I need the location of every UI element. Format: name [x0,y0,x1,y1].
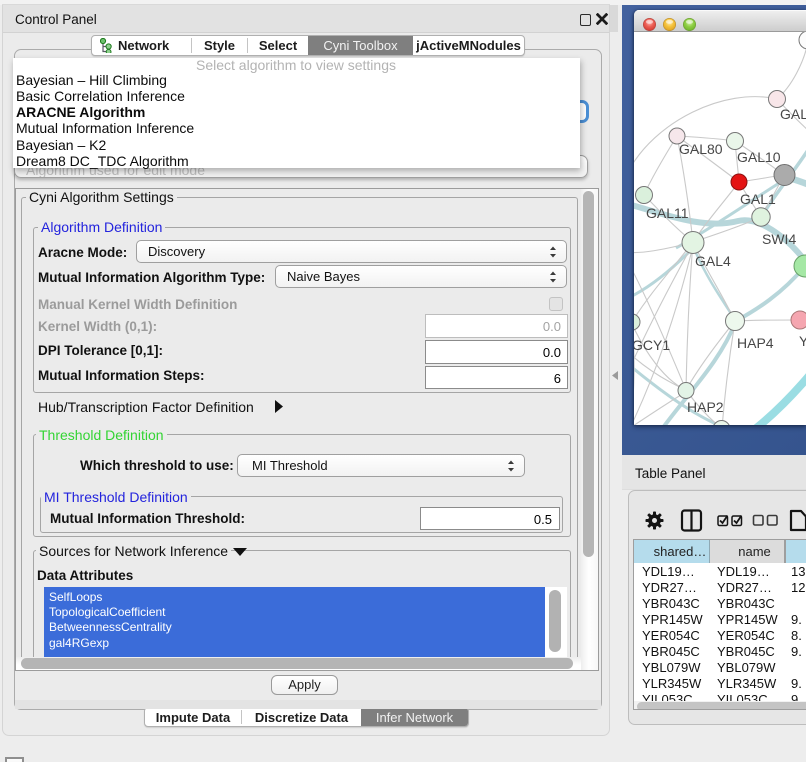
svg-text:GAL1: GAL1 [740,191,776,207]
svg-text:SWI4: SWI4 [762,231,796,247]
svg-text:GAL80: GAL80 [679,141,723,157]
svg-text:Y: Y [799,333,806,349]
svg-text:GAL7: GAL7 [780,106,806,122]
svg-text:GAL10: GAL10 [737,149,781,165]
svg-text:GCY1: GCY1 [634,337,670,353]
svg-text:GAL4: GAL4 [695,253,731,269]
svg-text:HAP2: HAP2 [687,399,724,415]
svg-text:HAP4: HAP4 [737,335,774,351]
svg-text:GAL11: GAL11 [646,205,689,221]
